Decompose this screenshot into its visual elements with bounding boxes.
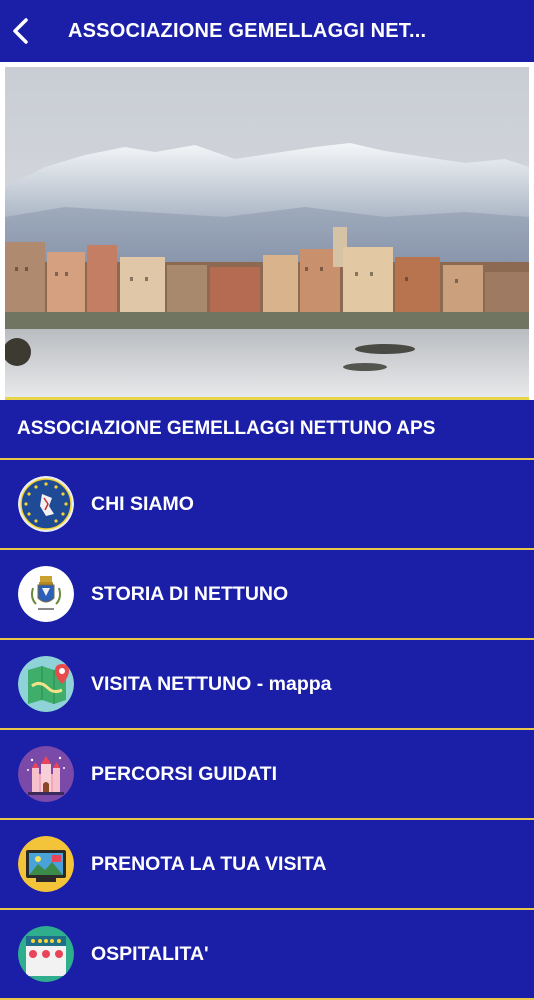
section-title: ASSOCIAZIONE GEMELLAGGI NETTUNO APS [0, 400, 534, 460]
top-app-bar: ASSOCIAZIONE GEMELLAGGI NET... [0, 0, 534, 62]
map-pin-icon [18, 656, 74, 712]
section-title-text: ASSOCIAZIONE GEMELLAGGI NETTUNO APS [17, 418, 436, 439]
menu-item-storia-di-nettuno[interactable]: STORIA DI NETTUNO [0, 550, 534, 640]
menu-item-prenota-la-tua-visita[interactable]: PRENOTA LA TUA VISITA [0, 820, 534, 910]
hero-image [5, 67, 529, 400]
menu-item-label: OSPITALITA' [91, 942, 209, 965]
menu-item-label: VISITA NETTUNO - mappa [91, 672, 332, 695]
picture-frame-icon [18, 836, 74, 892]
chevron-left-icon [13, 18, 28, 44]
menu-item-visita-nettuno-mappa[interactable]: VISITA NETTUNO - mappa [0, 640, 534, 730]
menu-item-label: PERCORSI GUIDATI [91, 762, 277, 785]
hotel-icon [18, 926, 74, 982]
castle-icon [18, 746, 74, 802]
menu-list: CHI SIAMO STORIA DI NETTUNO VISITA NETTU… [0, 460, 534, 1000]
menu-item-label: PRENOTA LA TUA VISITA [91, 852, 327, 875]
menu-item-percorsi-guidati[interactable]: PERCORSI GUIDATI [0, 730, 534, 820]
town-crest-icon [18, 566, 74, 622]
page-title: ASSOCIAZIONE GEMELLAGGI NET... [68, 19, 427, 42]
hero-image-frame [0, 62, 534, 400]
menu-item-ospitalita[interactable]: OSPITALITA' [0, 910, 534, 1000]
menu-item-label: STORIA DI NETTUNO [91, 582, 289, 605]
menu-item-chi-siamo[interactable]: CHI SIAMO [0, 460, 534, 550]
back-button[interactable] [0, 0, 42, 62]
menu-item-label: CHI SIAMO [91, 492, 194, 515]
association-emblem-icon [18, 476, 74, 532]
